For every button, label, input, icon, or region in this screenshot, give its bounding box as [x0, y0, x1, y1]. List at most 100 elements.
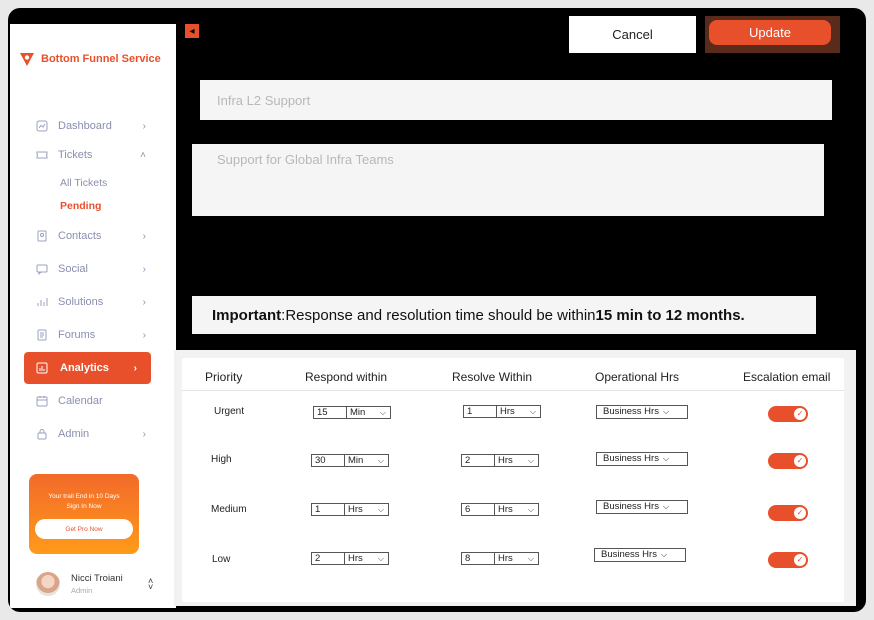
user-info: Nicci Troiani Admin [71, 573, 123, 595]
resolve-unit-select[interactable]: Hrs ⌵ [495, 503, 539, 516]
resolve-unit-value: Hrs [498, 504, 513, 515]
priority-label: Low [212, 554, 231, 565]
operational-hours-value: Business Hrs [603, 406, 659, 417]
update-button-label: Update [709, 20, 831, 45]
escalation-toggle[interactable]: ✓ [768, 552, 808, 568]
resolve-within-control[interactable]: 6 Hrs ⌵ [461, 503, 539, 516]
check-icon: ✓ [794, 408, 806, 420]
resolve-unit-select[interactable]: Hrs ⌵ [495, 552, 539, 565]
title-input[interactable]: Infra L2 Support [200, 80, 832, 120]
sidebar-item-social[interactable]: Social › [36, 259, 146, 279]
upgrade-promo-card: Your trail End in 10 Days Sign In Now Ge… [29, 474, 139, 554]
respond-value-input[interactable]: 15 [313, 406, 347, 419]
sidebar-item-forums[interactable]: Forums › [36, 325, 146, 345]
ticket-icon [36, 149, 48, 161]
chevron-down-icon: ⌵ [527, 554, 534, 563]
resolve-value-input[interactable]: 8 [461, 552, 495, 565]
resolve-within-control[interactable]: 2 Hrs ⌵ [461, 454, 539, 467]
chevron-right-icon: › [142, 428, 146, 440]
resolve-within-control[interactable]: 8 Hrs ⌵ [461, 552, 539, 565]
respond-within-control[interactable]: 15 Min ⌵ [313, 406, 391, 419]
priority-label: High [211, 454, 232, 465]
respond-value-input[interactable]: 1 [311, 503, 345, 516]
respond-value-input[interactable]: 30 [311, 454, 345, 467]
respond-unit-select[interactable]: Min ⌵ [345, 454, 389, 467]
chevron-down-icon: ⌵ [377, 554, 384, 563]
resolve-unit-value: Hrs [498, 553, 513, 564]
sidebar-item-contacts[interactable]: Contacts › [36, 226, 146, 246]
respond-unit-select[interactable]: Min ⌵ [347, 406, 391, 419]
operational-hours-select[interactable]: Business Hrs ⌵ [594, 548, 686, 562]
brand-name: Bottom Funnel Service [41, 53, 161, 65]
chevron-up-icon: ˄ [140, 149, 146, 161]
chevron-down-icon: ⌵ [527, 456, 534, 465]
respond-unit-value: Hrs [348, 553, 363, 564]
sidebar-item-admin[interactable]: Admin › [36, 424, 146, 444]
respond-within-control[interactable]: 2 Hrs ⌵ [311, 552, 389, 565]
notice-text: :Response and resolution time should be … [281, 306, 596, 324]
brand[interactable]: Bottom Funnel Service [18, 50, 161, 68]
sidebar-subitem-pending[interactable]: Pending [60, 200, 101, 212]
chevron-right-icon: › [142, 329, 146, 341]
respond-within-control[interactable]: 30 Min ⌵ [311, 454, 389, 467]
respond-unit-value: Hrs [348, 504, 363, 515]
escalation-toggle[interactable]: ✓ [768, 453, 808, 469]
sidebar-item-calendar[interactable]: Calendar [36, 391, 146, 411]
respond-within-control[interactable]: 1 Hrs ⌵ [311, 503, 389, 516]
sidebar-item-dashboard[interactable]: Dashboard › [36, 116, 146, 136]
operational-hours-select[interactable]: Business Hrs ⌵ [596, 500, 688, 514]
respond-unit-value: Min [350, 407, 366, 418]
resolve-unit-select[interactable]: Hrs ⌵ [495, 454, 539, 467]
chevron-right-icon: › [142, 120, 146, 132]
resolve-unit-select[interactable]: Hrs ⌵ [497, 405, 541, 418]
priority-label: Medium [211, 504, 247, 515]
sidebar-item-label: Forums [58, 329, 96, 341]
chevron-down-icon: ⌵ [660, 550, 668, 559]
chevron-right-icon: › [133, 362, 137, 374]
analytics-icon [36, 362, 48, 374]
cancel-button[interactable]: Cancel [569, 16, 696, 53]
check-icon: ✓ [794, 455, 806, 467]
column-header-escalation: Escalation email [743, 370, 831, 384]
get-pro-button[interactable]: Get Pro Now [35, 519, 133, 539]
respond-unit-select[interactable]: Hrs ⌵ [345, 503, 389, 516]
sidebar-item-label: Solutions [58, 296, 104, 308]
user-profile[interactable]: Nicci Troiani Admin [36, 572, 123, 596]
sidebar-item-label: Analytics [60, 362, 109, 374]
sidebar-item-tickets[interactable]: Tickets ˄ [36, 145, 146, 165]
priority-label: Urgent [214, 406, 245, 417]
forums-icon [36, 329, 48, 341]
sidebar-subitem-all-tickets[interactable]: All Tickets [60, 177, 107, 189]
operational-hours-select[interactable]: Business Hrs ⌵ [596, 405, 688, 419]
resolve-value-input[interactable]: 1 [463, 405, 497, 418]
respond-unit-select[interactable]: Hrs ⌵ [345, 552, 389, 565]
resolve-value-input[interactable]: 6 [461, 503, 495, 516]
promo-text: Your trail End in 10 Days Sign In Now [29, 492, 139, 512]
respond-value-input[interactable]: 2 [311, 552, 345, 565]
sidebar-item-label: Tickets [58, 149, 93, 161]
sidebar-item-solutions[interactable]: Solutions › [36, 292, 146, 312]
promo-line-2: Sign In Now [66, 503, 102, 510]
calendar-icon [36, 395, 48, 407]
description-textarea[interactable]: Support for Global Infra Teams [192, 144, 824, 216]
update-button[interactable]: Update [705, 16, 840, 53]
chevron-up-down-icon[interactable]: ˄ ˅ [148, 577, 153, 592]
social-icon [36, 263, 48, 275]
escalation-toggle[interactable]: ✓ [768, 505, 808, 521]
sidebar-item-label: Calendar [58, 395, 103, 407]
notice-emphasis: 15 min to 12 months. [595, 306, 745, 324]
back-button[interactable]: ◂ [185, 24, 199, 38]
sidebar-item-label: Social [58, 263, 88, 275]
column-header-operational: Operational Hrs [595, 370, 680, 384]
operational-hours-select[interactable]: Business Hrs ⌵ [596, 452, 688, 466]
resolve-within-control[interactable]: 1 Hrs ⌵ [463, 405, 541, 418]
header-divider [182, 390, 844, 391]
chevron-down-icon: ⌵ [377, 505, 384, 514]
column-header-resolve: Resolve Within [452, 370, 533, 384]
sidebar: Bottom Funnel Service Dashboard › Ticket… [10, 24, 176, 608]
sidebar-item-analytics[interactable]: Analytics › [24, 352, 151, 384]
escalation-toggle[interactable]: ✓ [768, 406, 808, 422]
sidebar-item-label: Admin [58, 428, 90, 440]
chevron-down-icon: ⌵ [662, 502, 670, 511]
resolve-value-input[interactable]: 2 [461, 454, 495, 467]
